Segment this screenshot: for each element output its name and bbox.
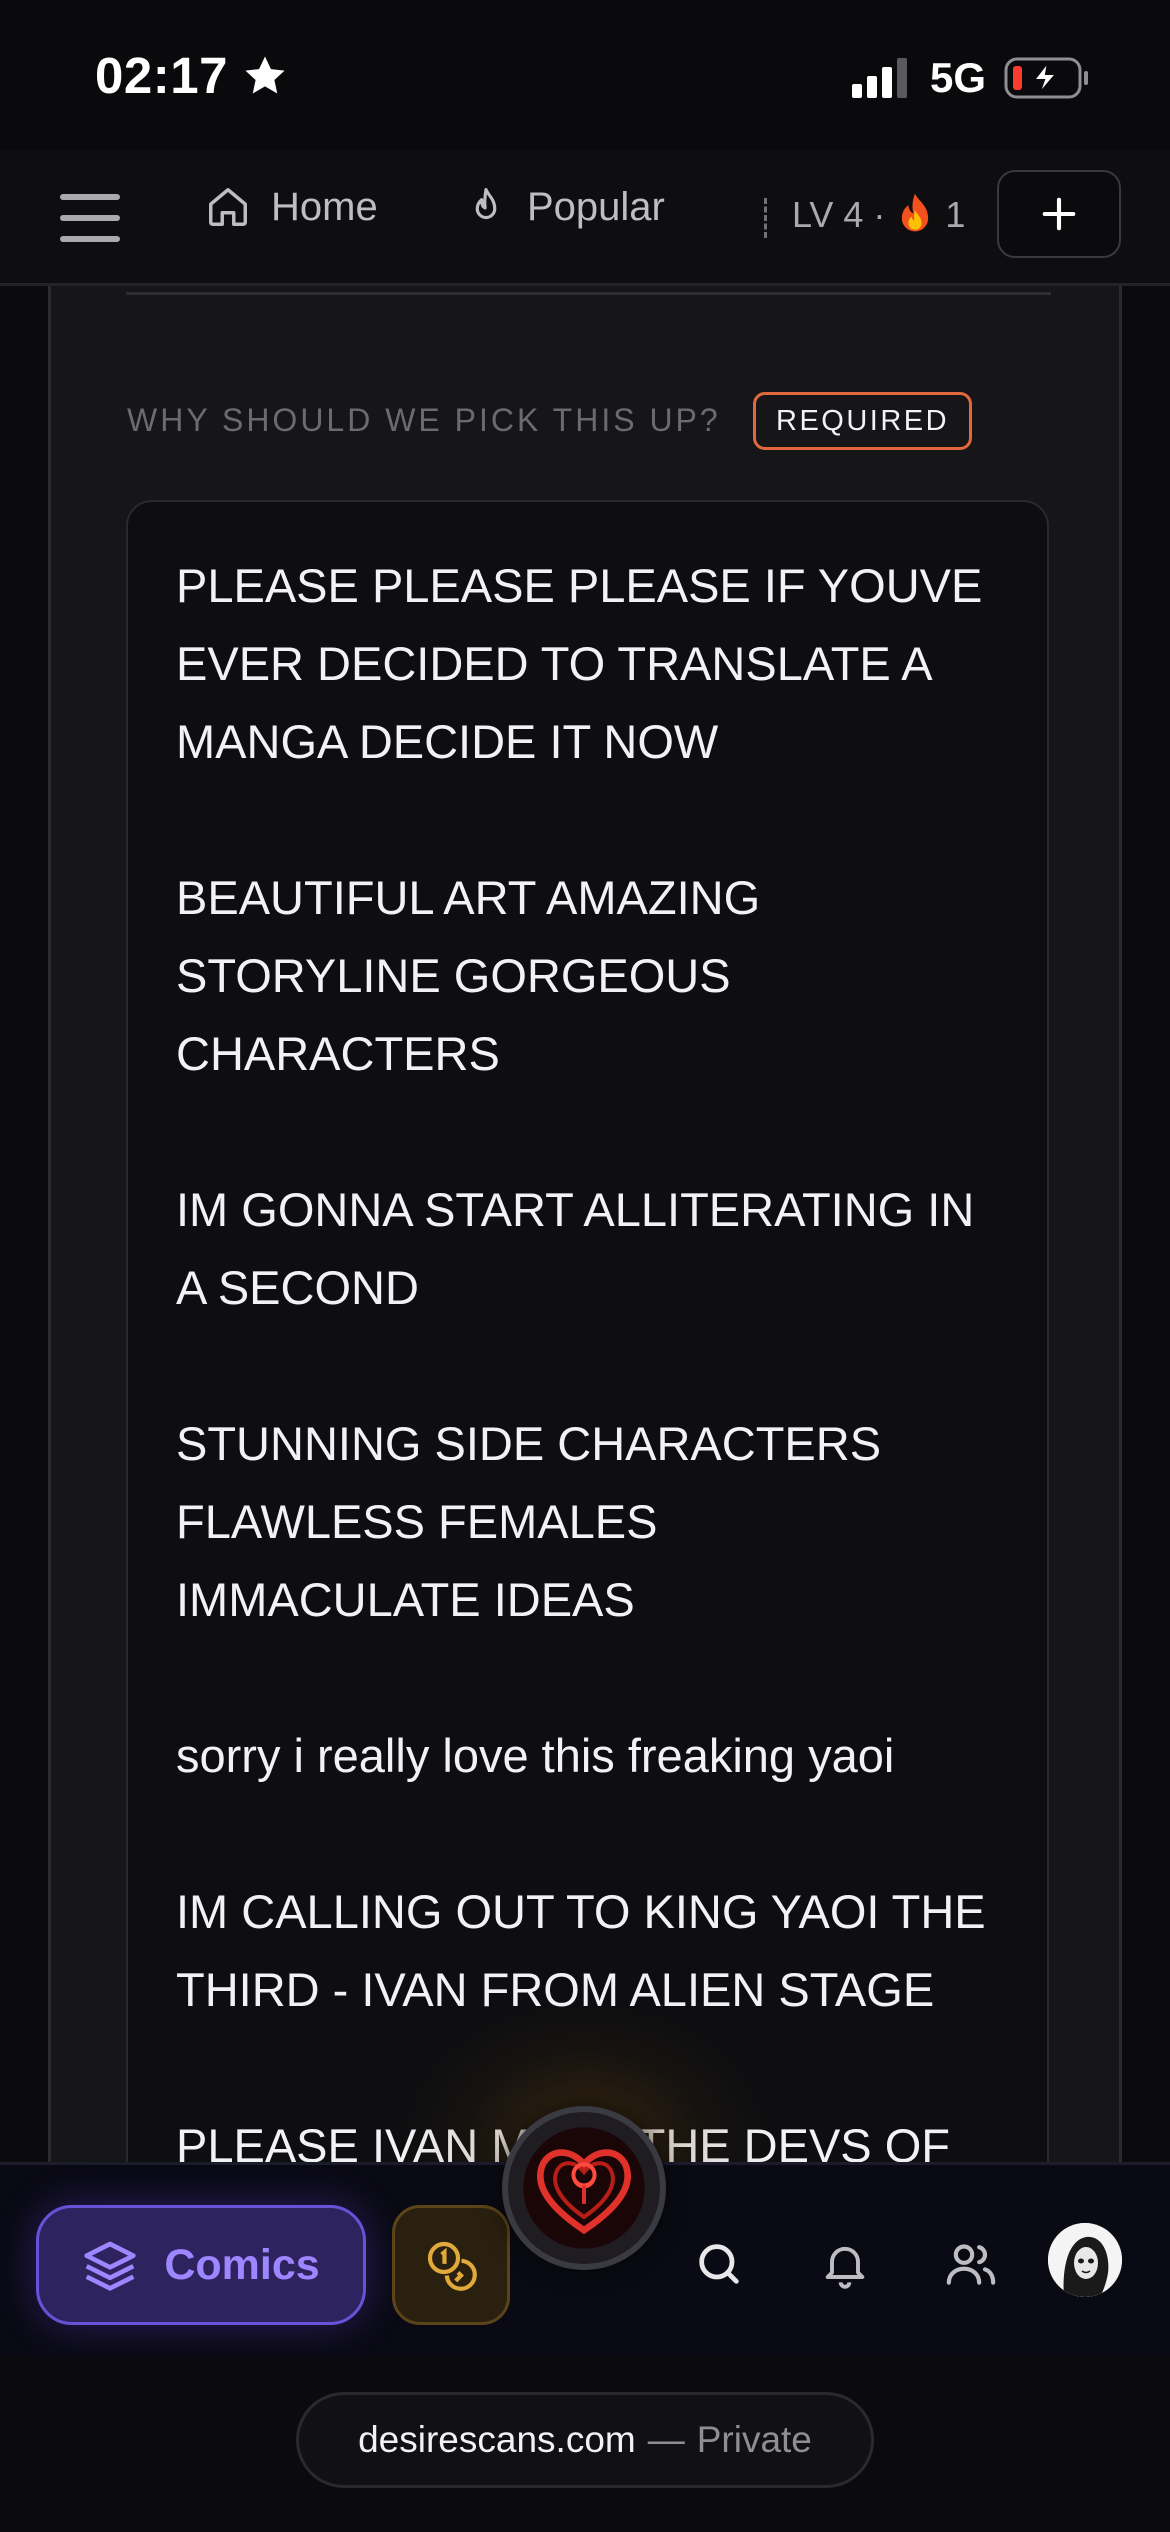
address-bar[interactable]: desirescans.com — Private [296,2392,874,2488]
private-mode-label: Private [696,2419,812,2460]
status-time: 02:17 [95,46,288,105]
search-icon [699,2244,739,2284]
required-badge: REQUIRED [753,392,973,450]
nav-divider [764,198,767,238]
heart-logo-icon [523,2127,645,2249]
avatar-image [1048,2223,1122,2297]
notifications-button[interactable] [810,2229,880,2299]
menu-button[interactable] [60,190,120,246]
hamburger-icon [60,215,120,221]
coins-button[interactable] [392,2205,510,2325]
url-separator: — [647,2419,685,2460]
home-logo-button[interactable] [502,2106,666,2270]
status-time-text: 02:17 [95,47,228,104]
reason-textarea-value: PLEASE PLEASE PLEASE IF YOUVE EVER DECID… [176,559,986,2172]
search-button[interactable] [684,2229,754,2299]
top-nav: Home Popular LV 4 · 1 [0,150,1170,286]
reason-textarea[interactable]: PLEASE PLEASE PLEASE IF YOUVE EVER DECID… [126,500,1049,2300]
hamburger-icon [60,194,120,200]
hamburger-icon [60,236,120,242]
streak-count: 1 [945,194,966,235]
home-icon [209,188,247,226]
battery-charging-icon [1004,57,1088,99]
flame-icon [475,187,497,220]
users-icon [946,2244,996,2285]
status-bar: 02:17 5G [0,0,1170,150]
star-icon [245,55,285,93]
nav-popular-link[interactable]: Popular [465,184,665,230]
bell-icon [825,2246,865,2289]
screen: 02:17 5G Home Popular LV 4 · 1 WHY SHOUL… [0,0,1170,2532]
avatar[interactable] [1048,2223,1122,2297]
add-button[interactable] [997,170,1121,258]
request-form-card: WHY SHOULD WE PICK THIS UP? REQUIRED PLE… [48,286,1122,2300]
coins-icon [427,2241,477,2291]
level-text: LV 4 · [792,194,886,235]
url-domain: desirescans.com [358,2419,636,2460]
nav-popular-label: Popular [527,184,665,229]
nav-home-link[interactable]: Home [205,184,378,230]
layers-icon [84,2241,136,2291]
plus-icon [1042,197,1076,231]
comics-label: Comics [164,2240,320,2289]
fire-emoji-icon [902,193,929,232]
status-indicators: 5G [851,54,1090,102]
signal-icon [851,58,907,98]
comics-button[interactable]: Comics [36,2205,366,2325]
level-streak-indicator[interactable]: LV 4 · 1 [792,192,965,238]
network-type: 5G [929,54,986,101]
browser-toolbar: desirescans.com — Private [0,2358,1170,2532]
section-divider [126,292,1051,295]
community-button[interactable] [936,2229,1006,2299]
nav-home-label: Home [271,184,378,229]
reason-field-label: WHY SHOULD WE PICK THIS UP? [127,402,721,438]
